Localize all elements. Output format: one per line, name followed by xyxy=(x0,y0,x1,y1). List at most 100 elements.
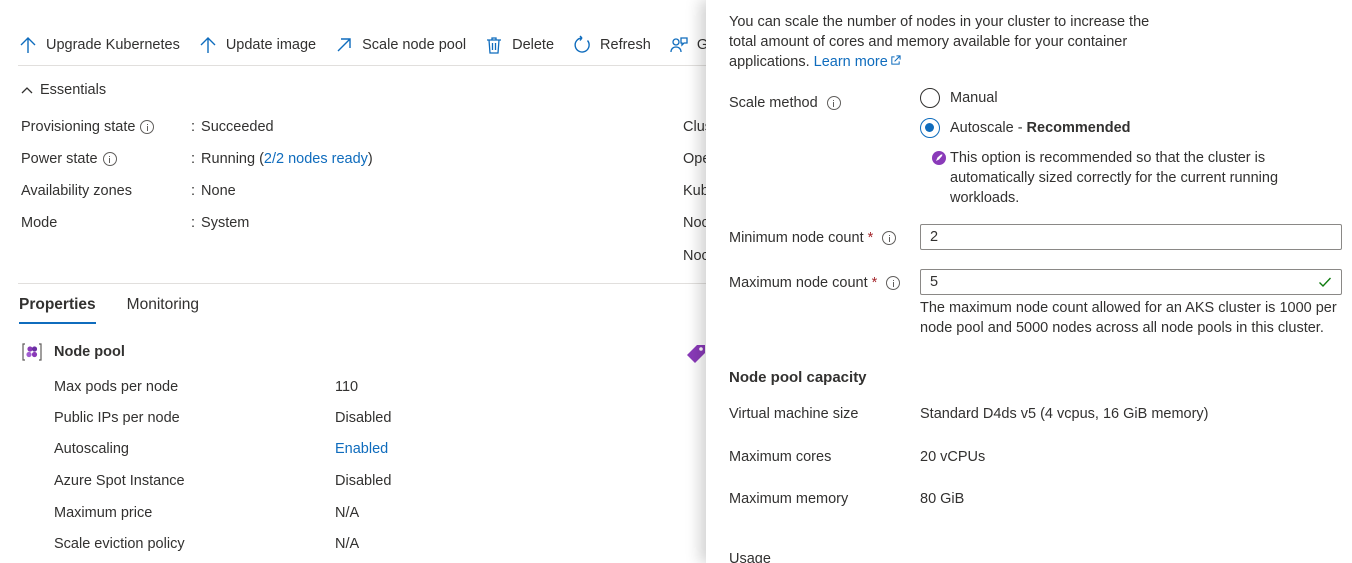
essentials-value-suffix: ) xyxy=(367,151,373,167)
essentials-colon: : xyxy=(191,183,196,199)
recommendation-note: This option is recommended so that the c… xyxy=(932,148,1302,208)
checkmark-icon xyxy=(1319,277,1332,288)
feedback-icon xyxy=(670,37,688,53)
autoscaling-enabled-link[interactable]: Enabled xyxy=(335,441,388,457)
recommended-label: Recommended xyxy=(1026,120,1131,136)
capacity-key: Virtual machine size xyxy=(729,406,859,422)
tag-icon[interactable] xyxy=(685,343,706,365)
essentials-key: Mode xyxy=(21,215,58,231)
manual-radio[interactable]: Manual xyxy=(920,88,998,108)
recommendation-text: This option is recommended so that the c… xyxy=(950,150,1279,206)
learn-more-link[interactable]: Learn more xyxy=(814,54,901,70)
manual-radio-label: Manual xyxy=(950,90,998,106)
max-node-count-text: Maximum node count xyxy=(729,275,868,291)
scale-intro-text: You can scale the number of nodes in you… xyxy=(729,14,1150,70)
property-row: Maximum price N/A xyxy=(54,505,359,521)
tab-properties[interactable]: Properties xyxy=(19,296,96,324)
capacity-value: 80 GiB xyxy=(920,491,965,507)
min-node-count-value: 2 xyxy=(930,229,939,245)
update-image-button[interactable]: Update image xyxy=(198,35,316,55)
info-icon[interactable] xyxy=(102,152,117,166)
refresh-icon xyxy=(574,35,590,53)
scale-node-pool-button[interactable]: Scale node pool xyxy=(334,35,466,55)
property-value: Disabled xyxy=(335,410,392,426)
property-key: Azure Spot Instance xyxy=(54,473,185,489)
property-value: Disabled xyxy=(335,473,392,489)
scale-intro: You can scale the number of nodes in you… xyxy=(729,12,1169,72)
capacity-row: Maximum memory 80 GiB xyxy=(729,491,964,507)
essentials-colon: : xyxy=(191,151,196,167)
property-row: Autoscaling Enabled xyxy=(54,441,388,457)
external-link-icon xyxy=(891,55,901,65)
rocket-icon xyxy=(932,151,946,165)
capacity-row: Virtual machine size Standard D4ds v5 (4 … xyxy=(729,406,1209,422)
delete-button[interactable]: Delete xyxy=(484,35,554,55)
max-node-count-input[interactable]: 5 xyxy=(920,269,1342,295)
tab-monitoring[interactable]: Monitoring xyxy=(127,296,199,324)
arrow-up-icon xyxy=(200,37,216,53)
essentials-toggle[interactable]: Essentials xyxy=(20,82,106,98)
required-marker: * xyxy=(867,230,874,246)
arrow-up-icon xyxy=(20,37,36,53)
refresh-button[interactable]: Refresh xyxy=(572,35,651,55)
essentials-divider xyxy=(18,283,706,284)
info-icon[interactable] xyxy=(140,120,155,134)
property-row: Public IPs per node Disabled xyxy=(54,410,391,426)
chevron-up-icon xyxy=(21,87,33,94)
property-value: N/A xyxy=(335,505,360,521)
min-node-count-input[interactable]: 2 xyxy=(920,224,1342,250)
info-icon[interactable] xyxy=(882,231,897,245)
essentials-value: None xyxy=(201,183,236,199)
essentials-right-key: Clus xyxy=(683,119,706,135)
refresh-label: Refresh xyxy=(600,37,651,53)
min-node-count-text: Minimum node count xyxy=(729,230,864,246)
usage-title: Usage xyxy=(729,551,771,563)
nodes-ready-link[interactable]: 2/2 nodes ready xyxy=(264,151,368,167)
node-pool-title: Node pool xyxy=(54,344,125,360)
essentials-colon: : xyxy=(191,215,196,231)
essentials-row-power-state: Power state : Running (2/2 nodes ready) xyxy=(21,151,373,167)
essentials-row-availability-zones: Availability zones : None xyxy=(21,183,236,199)
capacity-key: Maximum memory xyxy=(729,491,849,507)
node-pool-capacity-title: Node pool capacity xyxy=(729,369,867,386)
trash-icon xyxy=(487,37,502,54)
property-value: N/A xyxy=(335,536,360,552)
essentials-row-mode: Mode : System xyxy=(21,215,249,231)
property-value: 110 xyxy=(335,379,359,395)
essentials-value: System xyxy=(201,215,250,231)
essentials-right-key: Noc xyxy=(683,215,706,231)
feedback-label: G xyxy=(696,37,706,53)
info-icon[interactable] xyxy=(886,276,901,290)
autoscale-radio-label: Autoscale - xyxy=(950,120,1023,136)
property-row: Scale eviction policy N/A xyxy=(54,536,359,552)
learn-more-label: Learn more xyxy=(813,54,888,70)
property-key: Public IPs per node xyxy=(54,410,180,426)
essentials-value: Succeeded xyxy=(201,119,274,135)
max-node-count-label: Maximum node count * xyxy=(729,273,901,293)
scale-node-pool-panel: You can scale the number of nodes in you… xyxy=(706,0,1352,563)
essentials-right-key: Kub xyxy=(683,183,706,199)
property-row: Max pods per node 110 xyxy=(54,379,358,395)
essentials-row-provisioning: Provisioning state : Succeeded xyxy=(21,119,274,135)
required-marker: * xyxy=(871,275,878,291)
essentials-value-prefix: Running ( xyxy=(201,151,264,167)
toolbar-divider xyxy=(18,65,706,66)
node-pool-overview: Upgrade Kubernetes Update image Scale no… xyxy=(0,0,706,563)
upgrade-kubernetes-button[interactable]: Upgrade Kubernetes xyxy=(18,35,180,55)
autoscale-radio[interactable]: Autoscale - Recommended xyxy=(920,118,1131,138)
tab-bar: Properties Monitoring xyxy=(19,296,230,324)
node-pool-heading: Node pool xyxy=(22,342,125,362)
essentials-colon: : xyxy=(191,119,196,135)
property-row: Azure Spot Instance Disabled xyxy=(54,473,391,489)
scale-method-label: Scale method xyxy=(729,93,841,113)
radio-circle xyxy=(920,88,940,108)
essentials-key: Provisioning state xyxy=(21,119,136,135)
essentials-title: Essentials xyxy=(40,82,107,98)
essentials-key: Availability zones xyxy=(21,183,132,199)
min-node-count-label: Minimum node count * xyxy=(729,228,897,248)
delete-label: Delete xyxy=(512,37,555,53)
feedback-button[interactable]: G xyxy=(669,35,706,55)
capacity-value: 20 vCPUs xyxy=(920,449,986,465)
capacity-row: Maximum cores 20 vCPUs xyxy=(729,449,985,465)
info-icon[interactable] xyxy=(826,96,841,110)
